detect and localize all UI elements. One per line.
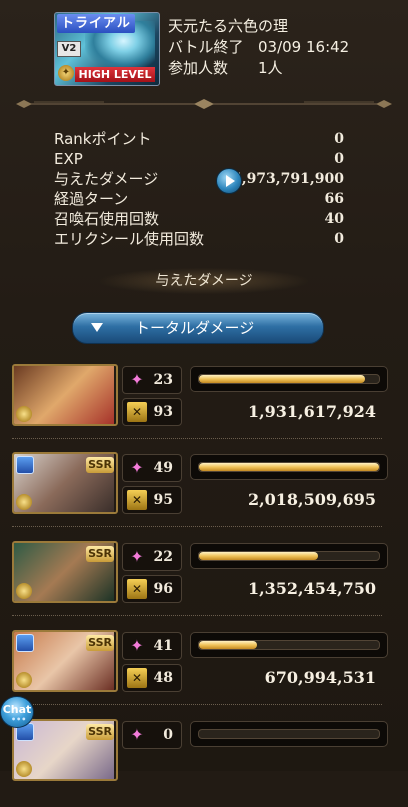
row-divider	[12, 704, 382, 706]
damage-bar-track	[198, 640, 380, 650]
character-portrait[interactable]: SSR	[12, 630, 118, 692]
damage-bar-track	[198, 729, 380, 739]
damage-play-button[interactable]	[216, 168, 242, 194]
ornament-divider	[16, 99, 392, 109]
sparkle-icon: ✦	[130, 458, 144, 477]
damage-value: 670,994,531	[264, 668, 376, 687]
quest-info: 天元たる六色の理 バトル終了 03/09 16:42 参加人数 1人	[168, 16, 349, 79]
coin-icon	[16, 494, 32, 510]
dropdown-label: トータルダメージ	[135, 319, 255, 337]
stat-damage: 与えたダメージ 5,973,791,900	[54, 170, 344, 188]
sparkle-icon: ✦	[130, 547, 144, 566]
charge-attack-box: ✕ 96	[122, 575, 182, 603]
damage-value: 1,352,454,750	[247, 579, 376, 598]
character-row: SSR ✦ 0	[12, 719, 390, 807]
ability-count: 23	[153, 372, 173, 388]
damage-bar-fill	[199, 552, 318, 560]
water-element-icon	[16, 456, 34, 474]
damage-value: 2,018,509,695	[247, 490, 376, 509]
coin-icon	[16, 583, 32, 599]
charge-attack-count: 93	[153, 404, 173, 420]
row-divider	[12, 615, 382, 617]
damage-bar-fill	[199, 641, 257, 649]
dropdown-arrow-icon	[91, 323, 103, 332]
damage-bar-fill	[199, 375, 365, 383]
participants-row: 参加人数 1人	[168, 58, 349, 79]
rarity-badge: SSR	[86, 724, 114, 740]
charge-attack-count: 96	[153, 581, 173, 597]
trial-tag: トライアル	[57, 14, 135, 33]
row-divider	[12, 438, 382, 440]
damage-bar	[190, 632, 388, 658]
rarity-badge: SSR	[86, 546, 114, 562]
charge-attack-icon: ✕	[127, 668, 147, 688]
high-level-tag: HIGH LEVEL	[75, 67, 155, 82]
character-portrait[interactable]	[12, 364, 118, 426]
stat-elixir-uses: エリクシール使用回数 0	[54, 230, 344, 248]
quest-thumbnail: トライアル V2 ✦ HIGH LEVEL	[54, 12, 160, 86]
coin-icon	[16, 672, 32, 688]
ability-count-box: ✦ 49	[122, 454, 182, 482]
coin-icon	[16, 761, 32, 777]
charge-attack-box: ✕ 48	[122, 664, 182, 692]
character-portrait[interactable]: SSR	[12, 719, 118, 781]
coin-icon	[16, 406, 32, 422]
charge-attack-count: 95	[153, 492, 173, 508]
character-portrait[interactable]: SSR	[12, 541, 118, 603]
stat-turns: 経過ターン 66	[54, 190, 344, 208]
version-tag: V2	[57, 41, 81, 57]
damage-bar-track	[198, 551, 380, 561]
participants-label: 参加人数	[168, 59, 229, 77]
result-stats: Rankポイント 0 EXP 0 与えたダメージ 5,973,791,900 経過ター…	[54, 129, 344, 249]
sparkle-icon: ✦	[130, 636, 144, 655]
damage-bar	[190, 721, 388, 747]
ability-count-box: ✦ 22	[122, 543, 182, 571]
ability-count: 0	[163, 727, 173, 743]
ability-count-box: ✦ 41	[122, 632, 182, 660]
rarity-badge: SSR	[86, 635, 114, 651]
damage-bar-track	[198, 374, 380, 384]
damage-bar	[190, 454, 388, 480]
ability-count: 41	[153, 638, 173, 654]
battle-status-row: バトル終了 03/09 16:42	[168, 37, 349, 58]
level-icon: ✦	[58, 65, 74, 81]
stat-exp: EXP 0	[54, 150, 344, 168]
charge-attack-count: 48	[153, 670, 173, 686]
charge-attack-box: ✕ 95	[122, 486, 182, 514]
charge-attack-icon: ✕	[127, 490, 147, 510]
participants-value: 1人	[258, 59, 283, 77]
damage-bar-track	[198, 462, 380, 472]
damage-bar	[190, 543, 388, 569]
total-damage-dropdown[interactable]: トータルダメージ	[72, 312, 324, 344]
ability-count-box: ✦ 23	[122, 366, 182, 394]
row-divider	[12, 526, 382, 528]
battle-status-time: 03/09 16:42	[258, 38, 350, 56]
ability-count: 22	[153, 549, 173, 565]
quest-name: 天元たる六色の理	[168, 17, 289, 35]
water-element-icon	[16, 634, 34, 652]
sparkle-icon: ✦	[130, 370, 144, 389]
ability-count-box: ✦ 0	[122, 721, 182, 749]
chat-button[interactable]: Chat •••	[0, 696, 34, 728]
charge-attack-box: ✕ 93	[122, 398, 182, 426]
damage-bar	[190, 366, 388, 392]
damage-bar-fill	[199, 463, 379, 471]
charge-attack-icon: ✕	[127, 402, 147, 422]
stat-summon-uses: 召喚石使用回数 40	[54, 210, 344, 228]
chat-dots: •••	[11, 715, 27, 724]
character-portrait[interactable]: SSR	[12, 452, 118, 514]
damage-section-title: 与えたダメージ	[100, 268, 308, 294]
stat-rank-points: Rankポイント 0	[54, 130, 344, 148]
ability-count: 49	[153, 460, 173, 476]
battle-status-label: バトル終了	[168, 38, 244, 56]
rarity-badge: SSR	[86, 457, 114, 473]
charge-attack-icon: ✕	[127, 579, 147, 599]
sparkle-icon: ✦	[130, 725, 144, 744]
damage-value: 1,931,617,924	[247, 402, 376, 421]
